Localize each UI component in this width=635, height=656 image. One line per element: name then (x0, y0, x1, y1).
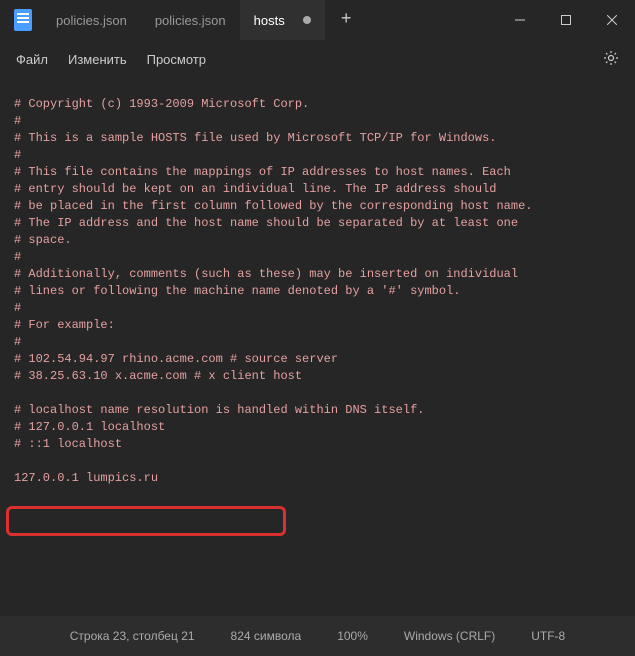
editor-line: 127.0.0.1 lumpics.ru (14, 470, 621, 487)
editor-line: # space. (14, 232, 621, 249)
menu-bar: Файл Изменить Просмотр (0, 40, 635, 78)
tab-hosts[interactable]: hosts (240, 0, 325, 40)
app-notepad-icon (14, 9, 32, 31)
minimize-button[interactable] (497, 0, 543, 40)
status-encoding[interactable]: UTF-8 (527, 629, 569, 643)
new-tab-button[interactable]: + (325, 0, 368, 40)
maximize-icon (561, 15, 571, 25)
status-zoom[interactable]: 100% (333, 629, 372, 643)
editor-line: # This is a sample HOSTS file used by Mi… (14, 130, 621, 147)
menu-file[interactable]: Файл (16, 52, 48, 67)
editor-line: # 102.54.94.97 rhino.acme.com # source s… (14, 351, 621, 368)
modified-indicator-icon (303, 16, 311, 24)
status-bar: Строка 23, столбец 21 824 символа 100% W… (0, 616, 635, 656)
editor-line: # Additionally, comments (such as these)… (14, 266, 621, 283)
gear-icon (603, 50, 619, 66)
settings-button[interactable] (603, 50, 619, 69)
minimize-icon (515, 15, 525, 25)
editor-line: # be placed in the first column followed… (14, 198, 621, 215)
editor-line: # localhost name resolution is handled w… (14, 402, 621, 419)
close-icon (607, 15, 617, 25)
menu-edit[interactable]: Изменить (68, 52, 127, 67)
close-button[interactable] (589, 0, 635, 40)
maximize-button[interactable] (543, 0, 589, 40)
editor-line: # (14, 147, 621, 164)
editor-line: # (14, 249, 621, 266)
editor-line: # entry should be kept on an individual … (14, 181, 621, 198)
title-bar: policies.json policies.json hosts + (0, 0, 635, 40)
tab-strip: policies.json policies.json hosts + (42, 0, 497, 40)
editor-line: # lines or following the machine name de… (14, 283, 621, 300)
status-cursor-pos[interactable]: Строка 23, столбец 21 (66, 629, 199, 643)
annotation-highlight (6, 506, 286, 536)
editor-line: # The IP address and the host name shoul… (14, 215, 621, 232)
editor-line (14, 453, 621, 470)
editor-line: # ::1 localhost (14, 436, 621, 453)
window-controls (497, 0, 635, 40)
tab-label: hosts (254, 13, 285, 28)
status-eol[interactable]: Windows (CRLF) (400, 629, 499, 643)
menu-view[interactable]: Просмотр (147, 52, 206, 67)
tab-policies-json-2[interactable]: policies.json (141, 0, 240, 40)
status-char-count[interactable]: 824 символа (227, 629, 306, 643)
editor-line (14, 385, 621, 402)
editor-line: # 127.0.0.1 localhost (14, 419, 621, 436)
editor-area[interactable]: # Copyright (c) 1993-2009 Microsoft Corp… (0, 78, 635, 616)
editor-line: # This file contains the mappings of IP … (14, 164, 621, 181)
editor-line: # (14, 334, 621, 351)
editor-line: # (14, 113, 621, 130)
editor-line: # (14, 300, 621, 317)
editor-line: # 38.25.63.10 x.acme.com # x client host (14, 368, 621, 385)
editor-line: # Copyright (c) 1993-2009 Microsoft Corp… (14, 96, 621, 113)
tab-policies-json-1[interactable]: policies.json (42, 0, 141, 40)
editor-line: # For example: (14, 317, 621, 334)
